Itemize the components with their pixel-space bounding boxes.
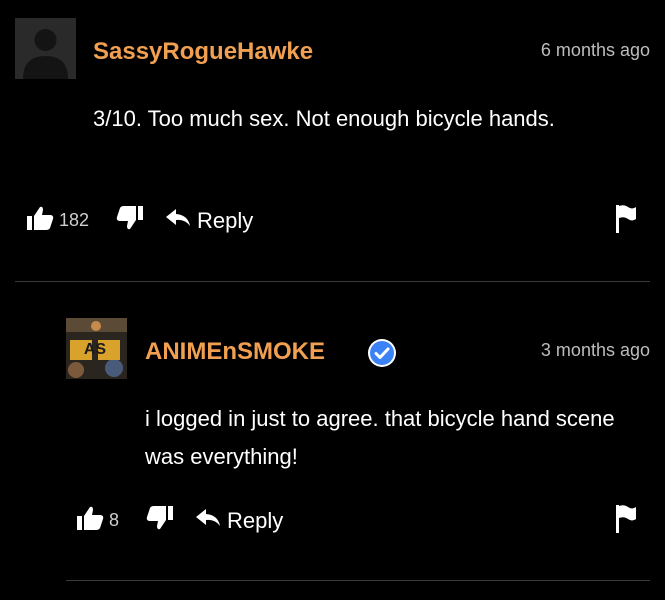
- reply-label: Reply: [197, 207, 254, 233]
- comment-divider: [66, 580, 650, 581]
- reply-button[interactable]: Reply: [165, 208, 253, 234]
- reply-label: Reply: [227, 507, 284, 533]
- reply-arrow-icon: [165, 208, 191, 233]
- comment-text: 3/10. Too much sex. Not enough bicycle h…: [93, 106, 555, 131]
- like-count: 8: [109, 510, 120, 530]
- comment: SassyRogueHawke 6 months ago 3/10. Too m…: [0, 0, 665, 282]
- comment-username[interactable]: ANIMEnSMOKE: [145, 338, 325, 366]
- comment-username[interactable]: SassyRogueHawke: [93, 38, 313, 66]
- flag-icon[interactable]: [615, 204, 637, 239]
- default-avatar-icon[interactable]: [15, 18, 76, 79]
- comment-actions: 182 Reply: [25, 205, 253, 236]
- anime-smoke-avatar[interactable]: AS: [66, 318, 127, 379]
- verified-badge-icon: [367, 338, 397, 368]
- thumbs-up-icon[interactable]: [25, 205, 55, 236]
- flag-icon[interactable]: [615, 504, 637, 539]
- reply-button[interactable]: Reply: [195, 508, 283, 534]
- like-count: 182: [59, 210, 90, 230]
- thumbs-up-icon[interactable]: [75, 505, 105, 536]
- thumbs-down-icon[interactable]: [145, 505, 175, 536]
- comment-actions: 8 Reply: [75, 505, 283, 536]
- avatar-initials: AS: [83, 341, 107, 358]
- thumbs-down-icon[interactable]: [115, 205, 145, 236]
- comment-timestamp: 3 months ago: [540, 340, 650, 360]
- reply-arrow-icon: [195, 508, 221, 533]
- comment-text: i logged in just to agree. that bicycle …: [145, 406, 615, 469]
- comment-timestamp: 6 months ago: [540, 40, 650, 60]
